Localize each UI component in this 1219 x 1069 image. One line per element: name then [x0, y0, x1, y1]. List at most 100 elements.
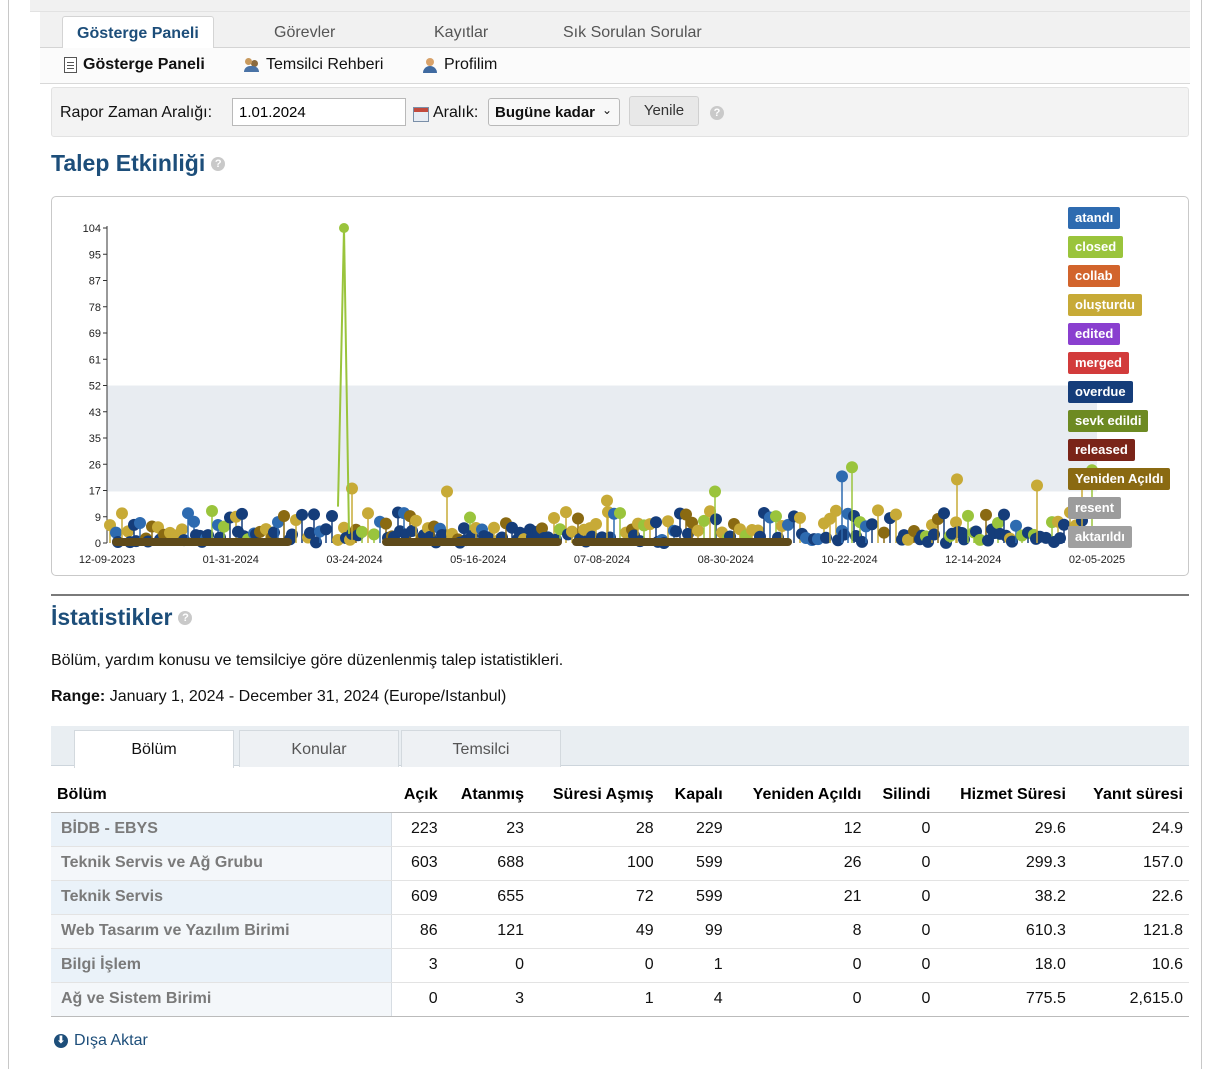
column-header[interactable]: Yeniden Açıldı [728, 778, 868, 813]
help-icon[interactable]: ? [211, 156, 226, 171]
subnav-dashboard[interactable]: Gösterge Paneli [64, 56, 205, 74]
column-header[interactable]: Hizmet Süresi [936, 778, 1072, 813]
table-cell: 0 [867, 914, 937, 949]
tab-agent[interactable]: Temsilci [401, 730, 561, 767]
legend-item[interactable]: collab [1068, 265, 1120, 287]
data-point[interactable] [134, 516, 146, 529]
data-point[interactable] [710, 513, 722, 526]
period-select[interactable]: Bugüne kadar ⌄ [488, 98, 620, 126]
data-point[interactable] [441, 485, 453, 498]
data-point[interactable] [846, 461, 858, 474]
data-point[interactable] [308, 508, 320, 521]
tab-tasks[interactable]: Görevler [260, 16, 349, 49]
start-date-input[interactable] [232, 98, 406, 126]
legend-item[interactable]: atandı [1068, 207, 1121, 229]
data-point[interactable] [951, 473, 963, 486]
department-link[interactable]: Teknik Servis [51, 880, 392, 915]
column-header[interactable]: Kapalı [659, 778, 729, 813]
subnav-agent-directory[interactable]: Temsilci Rehberi [244, 56, 383, 74]
legend-item[interactable]: overdue [1068, 381, 1133, 403]
data-point[interactable] [380, 517, 392, 530]
data-point[interactable] [890, 508, 902, 521]
data-point[interactable] [590, 518, 602, 531]
calendar-icon[interactable] [413, 107, 429, 122]
export-link[interactable]: ⬇ Dışa Aktar [54, 1032, 148, 1050]
data-point[interactable] [356, 525, 368, 538]
legend-item[interactable]: aktarıldı [1068, 526, 1132, 548]
y-tick-label: 17 [89, 486, 101, 498]
legend-item[interactable]: resent [1068, 497, 1122, 519]
statistics-table: Bölüm Açık Atanmış Süresi Aşmış Kapalı Yenide… [51, 778, 1189, 1017]
data-point[interactable] [410, 514, 422, 527]
x-tick-label: 12-09-2023 [79, 554, 135, 566]
data-point[interactable] [794, 511, 806, 524]
data-point[interactable] [362, 507, 374, 520]
data-point[interactable] [614, 507, 626, 520]
legend-item[interactable]: sevk edildi [1068, 410, 1149, 432]
tab-dashboard[interactable]: Gösterge Paneli [62, 16, 214, 49]
data-point[interactable] [278, 509, 290, 522]
column-header[interactable]: Atanmış [443, 778, 530, 813]
data-point[interactable] [938, 507, 950, 520]
column-header[interactable]: Yanıt süresi [1071, 778, 1189, 813]
data-point[interactable] [980, 508, 992, 521]
column-header[interactable]: Bölüm [51, 778, 391, 813]
tab-topics[interactable]: Konular [239, 730, 399, 767]
department-link[interactable]: Bilgi İşlem [51, 948, 392, 983]
refresh-button[interactable]: Yenile [629, 96, 699, 126]
data-point[interactable] [872, 504, 884, 517]
data-point[interactable] [320, 523, 332, 536]
table-cell: 49 [530, 914, 660, 949]
export-label: Dışa Aktar [74, 1032, 148, 1049]
data-point[interactable] [998, 508, 1010, 521]
data-point[interactable] [236, 507, 248, 520]
subnav-profile[interactable]: Profilim [422, 56, 497, 74]
data-point[interactable] [1031, 479, 1043, 492]
department-link[interactable]: Teknik Servis ve Ağ Grubu [51, 846, 392, 881]
data-point[interactable] [116, 507, 128, 520]
data-point[interactable] [866, 518, 878, 531]
legend-item[interactable]: closed [1068, 236, 1124, 258]
data-point[interactable] [176, 523, 188, 536]
table-cell: 0 [443, 948, 530, 983]
legend-item[interactable]: released [1068, 439, 1135, 461]
peak-point[interactable] [339, 223, 349, 233]
column-header[interactable]: Silindi [867, 778, 937, 813]
tab-faq[interactable]: Sık Sorulan Sorular [549, 16, 716, 49]
data-point[interactable] [836, 470, 848, 483]
department-link[interactable]: BİDB - EBYS [51, 812, 392, 847]
data-point[interactable] [548, 512, 560, 525]
department-link[interactable]: Ağ ve Sistem Birimi [51, 982, 392, 1017]
data-point[interactable] [296, 508, 308, 521]
data-point[interactable] [830, 504, 842, 517]
tab-department[interactable]: Bölüm [74, 730, 234, 768]
table-cell: 23 [443, 812, 530, 847]
data-point[interactable] [962, 509, 974, 522]
data-point[interactable] [188, 515, 200, 528]
data-point[interactable] [368, 528, 380, 541]
tab-records[interactable]: Kayıtlar [420, 16, 502, 49]
legend-item[interactable]: merged [1068, 352, 1129, 374]
data-point[interactable] [464, 511, 476, 524]
data-point[interactable] [709, 485, 721, 498]
section-divider [51, 594, 1189, 596]
data-point[interactable] [560, 506, 572, 519]
legend-item[interactable]: Yeniden Açıldı [1068, 468, 1171, 490]
baseline-band [382, 538, 562, 546]
data-point[interactable] [878, 526, 890, 539]
data-point[interactable] [488, 521, 500, 534]
help-icon[interactable]: ? [710, 106, 724, 120]
data-point[interactable] [572, 512, 584, 525]
legend-item[interactable]: oluşturdu [1068, 294, 1142, 316]
column-header[interactable]: Açık [391, 778, 444, 813]
data-point[interactable] [601, 494, 613, 507]
subnav-dashboard-label: Gösterge Paneli [83, 56, 205, 73]
legend-item[interactable]: edited [1068, 323, 1121, 345]
table-cell: 1 [530, 982, 660, 1017]
column-header[interactable]: Süresi Aşmış [530, 778, 660, 813]
department-link[interactable]: Web Tasarım ve Yazılım Birimi [51, 914, 392, 949]
data-point[interactable] [326, 510, 338, 523]
data-point[interactable] [650, 516, 662, 529]
data-point[interactable] [206, 505, 218, 518]
help-icon[interactable]: ? [178, 610, 193, 625]
